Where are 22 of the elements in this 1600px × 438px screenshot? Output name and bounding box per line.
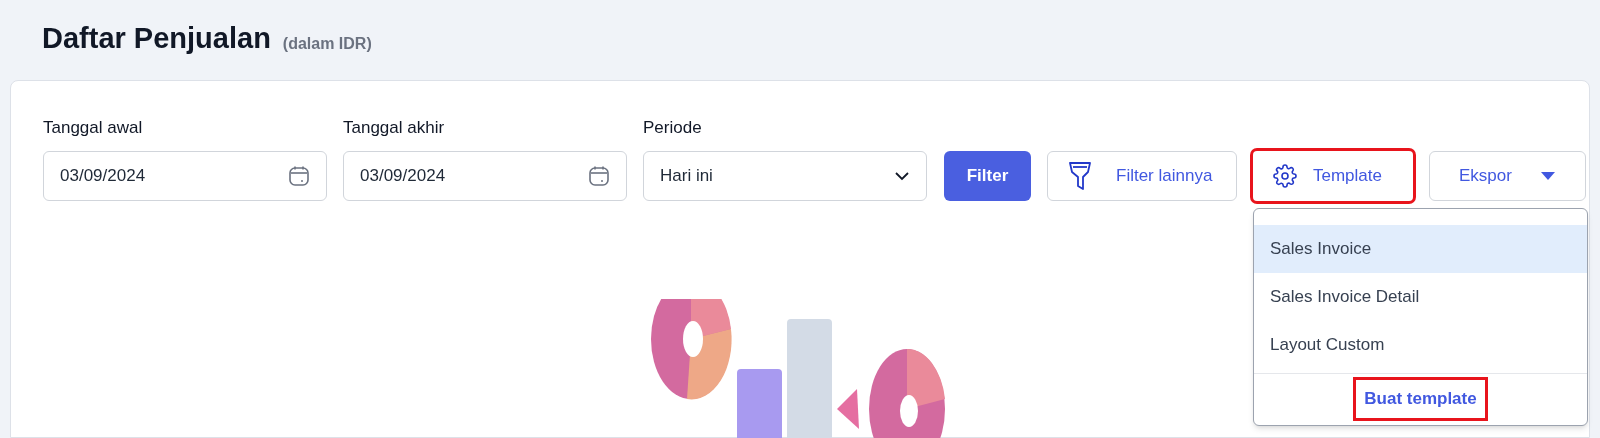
filter-button[interactable]: Filter [944, 150, 1031, 201]
date-field[interactable]: 03/09/2024 [343, 150, 627, 201]
date-field[interactable]: 03/09/2024 [43, 150, 327, 201]
template-menu-item[interactable]: Layout Custom [1254, 320, 1587, 369]
field-label: Periode [643, 117, 703, 139]
field-label: Tanggal awal [43, 117, 144, 139]
chevron-down-icon [894, 170, 910, 181]
template-button[interactable]: Template [1253, 150, 1413, 201]
funnel-icon [1068, 160, 1092, 191]
period-select[interactable]: Hari ini [643, 150, 927, 201]
currency-note: (dalam IDR) [282, 34, 372, 54]
calendar-icon [288, 164, 310, 187]
page-title: Daftar Penjualan [42, 20, 271, 56]
calendar-icon [588, 164, 610, 187]
template-menu-item[interactable]: Sales Invoice Detail [1254, 272, 1587, 321]
more-filters-button[interactable]: Filter lainnya [1047, 150, 1237, 201]
caret-down-icon [1539, 170, 1556, 181]
template-menu-item[interactable]: Sales Invoice [1254, 224, 1587, 273]
export-button[interactable]: Ekspor [1429, 150, 1586, 201]
create-template-link[interactable]: Buat template [1356, 380, 1485, 418]
settings-icon [1273, 163, 1297, 188]
field-label: Tanggal akhir [343, 117, 446, 139]
